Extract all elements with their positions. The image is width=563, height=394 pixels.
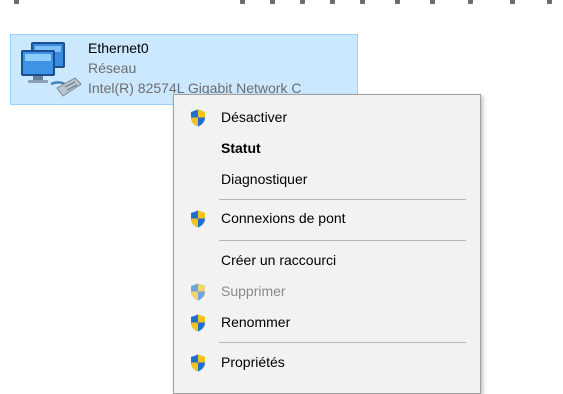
- menu-item-label: Supprimer: [221, 283, 286, 299]
- menu-item-label: Renommer: [221, 314, 291, 330]
- menu-item-supprimer[interactable]: Supprimer: [174, 276, 480, 307]
- menu-item-statut[interactable]: Statut: [174, 133, 480, 164]
- menu-item-connexions-de-pont[interactable]: Connexions de pont: [174, 203, 480, 234]
- menu-separator: [219, 199, 466, 200]
- menu-item-desactiver[interactable]: Désactiver: [174, 102, 480, 133]
- menu-item-renommer[interactable]: Renommer: [174, 307, 480, 338]
- menu-item-label: Statut: [221, 140, 261, 156]
- network-adapter-icon: [21, 42, 82, 97]
- menu-item-label: Désactiver: [221, 109, 288, 125]
- menu-item-creer-un-raccourci[interactable]: Créer un raccourci: [174, 245, 480, 276]
- uac-shield-icon: [191, 354, 205, 372]
- context-menu: Désactiver Statut Diagnostiquer Connexio…: [173, 94, 481, 394]
- toolbar-fragment: [0, 0, 563, 8]
- menu-item-label: Propriétés: [221, 354, 285, 370]
- menu-item-label: Diagnostiquer: [221, 171, 308, 187]
- uac-shield-icon: [191, 314, 205, 332]
- menu-item-label: Connexions de pont: [221, 210, 346, 226]
- uac-shield-icon: [191, 109, 205, 127]
- menu-separator: [219, 240, 466, 241]
- uac-shield-icon: [191, 210, 205, 228]
- uac-shield-icon: [191, 283, 205, 301]
- menu-item-label: Créer un raccourci: [221, 252, 337, 268]
- adapter-network: Réseau: [88, 60, 137, 76]
- menu-item-diagnostiquer[interactable]: Diagnostiquer: [174, 164, 480, 195]
- menu-separator: [219, 342, 466, 343]
- adapter-name: Ethernet0: [88, 40, 149, 56]
- menu-item-proprietes[interactable]: Propriétés: [174, 347, 480, 378]
